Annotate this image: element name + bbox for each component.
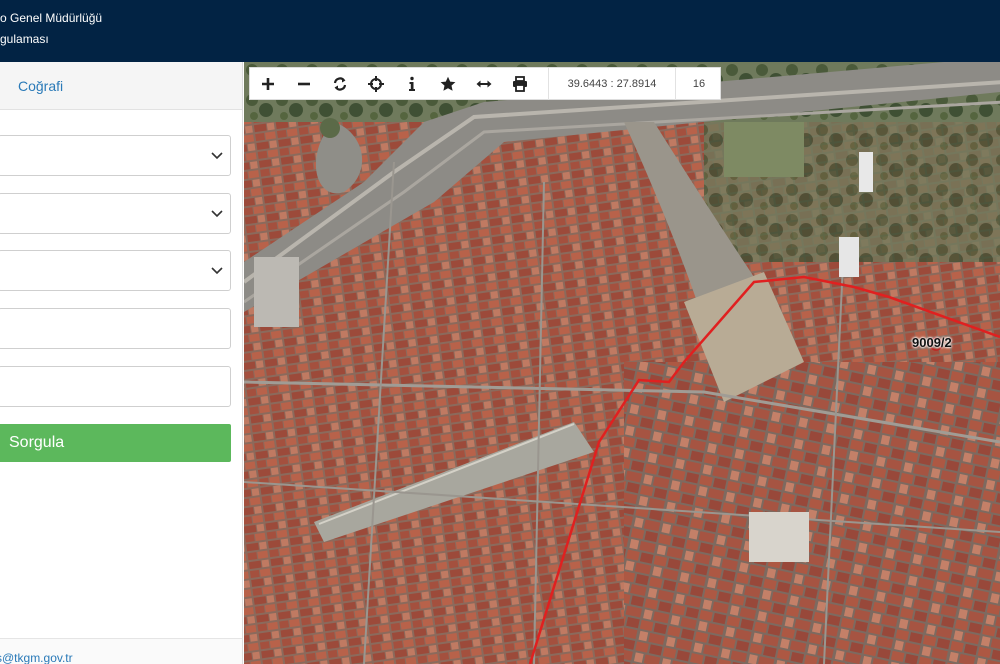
header-subtitle: gulaması xyxy=(0,32,49,46)
tab-cografi[interactable]: Coğrafi xyxy=(18,78,63,94)
zoom-level-readout: 16 xyxy=(692,78,706,90)
coordinate-readout: 39.6443 : 27.8914 xyxy=(548,68,676,100)
info-icon xyxy=(409,76,415,91)
query-button[interactable]: Sorgula xyxy=(0,424,231,462)
block-input[interactable] xyxy=(0,308,231,349)
sidebar-tabbar: Coğrafi xyxy=(0,62,242,110)
star-icon xyxy=(440,76,456,91)
chevron-down-icon xyxy=(211,210,223,218)
sidebar-footer: s@tkgm.gov.tr xyxy=(0,638,242,664)
map-toolbar: 39.6443 : 27.8914 16 xyxy=(249,67,721,100)
parcel-label[interactable]: 9009/2 xyxy=(912,335,952,350)
header-title: o Genel Müdürlüğü xyxy=(0,11,103,25)
chevron-down-icon xyxy=(211,267,223,275)
refresh-icon xyxy=(333,77,347,91)
province-select[interactable] xyxy=(0,135,231,176)
print-icon xyxy=(513,76,527,92)
neighborhood-select[interactable] xyxy=(0,250,231,291)
info-button[interactable] xyxy=(395,68,431,100)
zoom-out-button[interactable] xyxy=(287,68,323,100)
minus-icon xyxy=(298,82,310,86)
measure-button[interactable] xyxy=(467,68,503,100)
map-view[interactable] xyxy=(244,62,1000,664)
crosshair-icon xyxy=(368,76,384,92)
app-header: o Genel Müdürlüğü gulaması xyxy=(0,0,1000,62)
refresh-button[interactable] xyxy=(323,68,359,100)
parcel-input[interactable] xyxy=(0,366,231,407)
favorite-button[interactable] xyxy=(431,68,467,100)
print-button[interactable] xyxy=(503,68,539,100)
query-sidebar: Coğrafi Sorgula s@tkgm.gov.tr xyxy=(0,62,243,664)
locate-button[interactable] xyxy=(359,68,395,100)
zoom-in-button[interactable] xyxy=(251,68,287,100)
plus-icon xyxy=(262,78,274,90)
district-select[interactable] xyxy=(0,193,231,234)
chevron-down-icon xyxy=(211,152,223,160)
satellite-imagery xyxy=(244,62,1000,664)
contact-email-link[interactable]: s@tkgm.gov.tr xyxy=(0,651,73,664)
horizontal-arrows-icon xyxy=(476,80,492,88)
